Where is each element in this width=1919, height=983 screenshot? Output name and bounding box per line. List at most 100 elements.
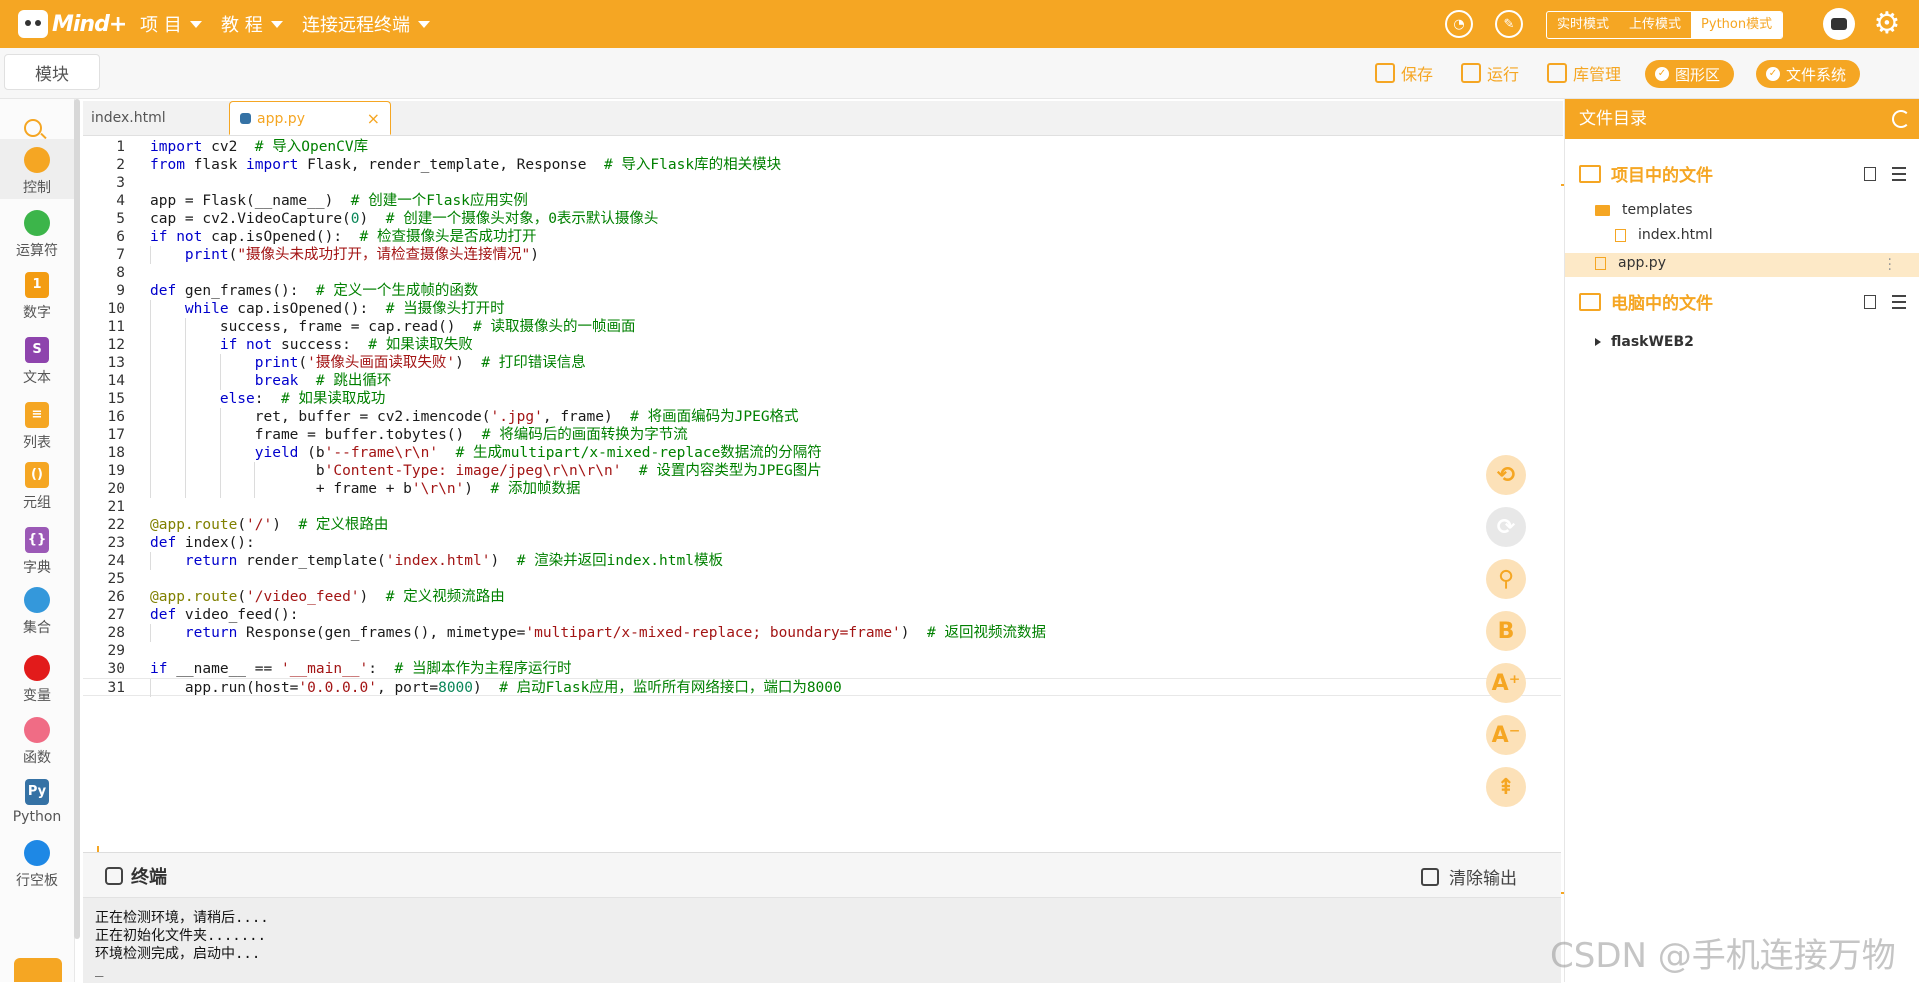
- indent-guide: [150, 318, 151, 336]
- indent-guide: [150, 300, 151, 318]
- line-number: 19: [107, 463, 125, 479]
- indent-guide: [184, 354, 186, 372]
- category-10[interactable]: Py Python: [0, 771, 74, 831]
- indent-guide: [150, 462, 151, 480]
- indent-guide: [254, 462, 256, 480]
- dashboard-icon[interactable]: ◔: [1445, 10, 1473, 38]
- graphics-toggle[interactable]: ✓ 图形区: [1645, 60, 1735, 88]
- indent-guide: [150, 624, 151, 642]
- category-6[interactable]: {} 字典: [0, 519, 74, 579]
- category-5[interactable]: () 元组: [0, 454, 74, 514]
- more-options-icon[interactable]: · · ·: [1888, 253, 1892, 277]
- undo-icon[interactable]: ⟲: [1486, 455, 1526, 495]
- indent-guide: [184, 408, 186, 426]
- category-1[interactable]: 运算符: [0, 202, 74, 262]
- run-button[interactable]: 运行: [1461, 60, 1519, 86]
- menu-remote-terminal[interactable]: 连接远程终端: [302, 0, 430, 48]
- mode-upload[interactable]: 上传模式: [1619, 12, 1691, 38]
- category-9[interactable]: 函数: [0, 709, 74, 769]
- code-line: 5 cap = cv2.VideoCapture(0) # 创建一个摄像头对象，0…: [83, 210, 1561, 228]
- close-icon[interactable]: ×: [367, 102, 380, 136]
- edit-icon[interactable]: ✎: [1495, 10, 1523, 38]
- refresh-icon[interactable]: [1892, 110, 1910, 128]
- file-name: flaskWEB2: [1611, 334, 1694, 350]
- code-line: 12 if not success: # 如果读取失败: [83, 336, 1561, 354]
- category-7[interactable]: 集合: [0, 579, 74, 639]
- check-icon: ✓: [1655, 67, 1669, 81]
- category-0[interactable]: 控制: [0, 139, 74, 199]
- top-bar: Mind+ 项 目 教 程 连接远程终端 ◔ ✎ 实时模式 上传模式 Pytho…: [0, 0, 1919, 48]
- user-avatar[interactable]: [1823, 8, 1855, 40]
- code-text: @app.route('/video_feed') # 定义视频流路由: [150, 589, 505, 605]
- category-sidebar: 控制 运算符 1 数字 S 文本 ≡ 列表 () 元组 {} 字典 集合变量 函数 Py Python 行空板: [0, 99, 75, 982]
- mode-realtime[interactable]: 实时模式: [1547, 12, 1619, 38]
- filesystem-toggle[interactable]: ✓ 文件系统: [1756, 60, 1861, 88]
- font-decrease-icon[interactable]: A⁻: [1486, 715, 1526, 755]
- redo-icon[interactable]: ⟳: [1486, 507, 1526, 547]
- scroll-top-icon[interactable]: ⇞: [1486, 767, 1526, 807]
- line-number: 2: [116, 157, 125, 173]
- line-number: 25: [107, 571, 125, 587]
- menu-icon[interactable]: [1892, 295, 1906, 309]
- check-icon: ✓: [1766, 67, 1780, 81]
- new-file-icon[interactable]: [1864, 295, 1876, 309]
- file-panel-title: 文件目录: [1579, 109, 1647, 129]
- line-number: 3: [116, 175, 125, 191]
- folder-templates[interactable]: templates: [1595, 202, 1693, 218]
- graphics-label: 图形区: [1675, 65, 1721, 84]
- line-number: 15: [107, 391, 125, 407]
- library-button[interactable]: 库管理: [1547, 60, 1621, 86]
- new-file-icon[interactable]: [1864, 167, 1876, 181]
- category-more-icon[interactable]: [14, 958, 62, 982]
- terminal-cursor[interactable]: _: [95, 961, 103, 977]
- menu-tutorial-label: 教 程: [221, 15, 263, 36]
- code-text: print("摄像头未成功打开，请检查摄像头连接情况"): [184, 247, 540, 263]
- code-text: while cap.isOpened(): # 当摄像头打开时: [184, 301, 505, 317]
- category-2[interactable]: 1 数字: [0, 264, 74, 324]
- category-3[interactable]: S 文本: [0, 329, 74, 389]
- file-index-html[interactable]: index.html: [1615, 227, 1713, 243]
- category-8[interactable]: 变量: [0, 647, 74, 707]
- indent-guide: [150, 390, 151, 408]
- tab-blocks[interactable]: 模块: [4, 54, 100, 90]
- code-line: 23 def index():: [83, 534, 1561, 552]
- terminal-header: 终端 清除输出: [83, 853, 1561, 898]
- mode-python[interactable]: Python模式: [1691, 12, 1783, 38]
- computer-section-tools: [1864, 295, 1906, 309]
- category-icon: [24, 210, 50, 236]
- terminal-icon: [105, 867, 123, 885]
- file-app-py[interactable]: app.py: [1595, 255, 1666, 271]
- search-icon[interactable]: [24, 119, 42, 137]
- tab-index-html[interactable]: index.html: [83, 101, 245, 135]
- folder-flaskweb2[interactable]: flaskWEB2: [1595, 334, 1694, 350]
- clear-output-button[interactable]: 清除输出: [1421, 864, 1517, 889]
- menu-tutorial[interactable]: 教 程: [221, 0, 283, 48]
- code-line: 28 return Response(gen_frames(), mimetyp…: [83, 624, 1561, 642]
- menu-project[interactable]: 项 目: [140, 0, 202, 48]
- line-number: 8: [116, 265, 125, 281]
- menu-icon[interactable]: [1892, 167, 1906, 181]
- line-number: 6: [116, 229, 125, 245]
- tab-label: index.html: [91, 110, 166, 126]
- tab-app-py[interactable]: app.py ×: [229, 101, 391, 135]
- sidebar-scrollbar[interactable]: [74, 99, 80, 939]
- code-line: 29: [83, 642, 1561, 660]
- terminal-panel: 终端 清除输出 正在检测环境，请稍后.... 正在初始化文件夹....... 环…: [83, 852, 1561, 983]
- folder-list-icon: [1579, 164, 1601, 183]
- terminal-line: 环境检测完成，启动中...: [95, 946, 261, 962]
- code-text: cap = cv2.VideoCapture(0) # 创建一个摄像头对象，0表…: [150, 211, 659, 227]
- code-line: 14 break # 跳出循环: [83, 372, 1561, 390]
- menu-remote-label: 连接远程终端: [302, 15, 410, 36]
- search-icon[interactable]: ⚲: [1486, 559, 1526, 599]
- category-4[interactable]: ≡ 列表: [0, 394, 74, 454]
- font-increase-icon[interactable]: A⁺: [1486, 663, 1526, 703]
- gear-icon[interactable]: ⚙: [1871, 8, 1903, 40]
- save-button[interactable]: 保存: [1375, 60, 1433, 86]
- terminal-line: 正在检测环境，请稍后....: [95, 910, 269, 926]
- code-text: break # 跳出循环: [254, 373, 392, 389]
- file-icon: [1595, 256, 1606, 270]
- bold-icon[interactable]: B: [1486, 611, 1526, 651]
- code-editor[interactable]: 1 import cv2 # 导入OpenCV库 2 from flask impor…: [83, 136, 1561, 846]
- category-11[interactable]: 行空板: [0, 832, 74, 892]
- code-line: 13 print('摄像头画面读取失败') # 打印错误信息: [83, 354, 1561, 372]
